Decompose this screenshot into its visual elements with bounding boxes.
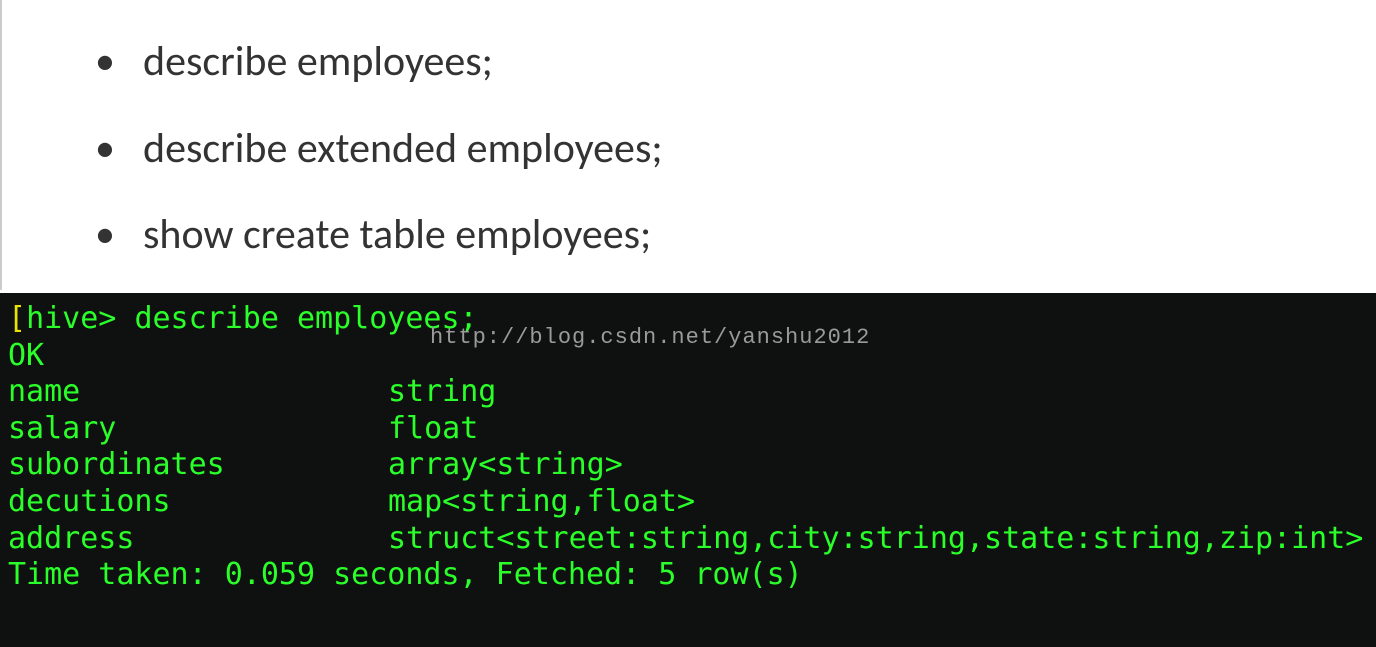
col-type: string xyxy=(388,374,496,411)
col-name: subordinates xyxy=(8,447,388,484)
list-item: describe extended employees; xyxy=(95,122,1376,177)
table-row: addressstruct<street:string,city:string,… xyxy=(8,521,1368,558)
command-bullet-list: describe employees; describe extended em… xyxy=(0,0,1376,263)
time-taken-line: Time taken: 0.059 seconds, Fetched: 5 ro… xyxy=(8,557,803,592)
col-name: address xyxy=(8,521,388,558)
col-type: float xyxy=(388,411,478,448)
col-type: map<string,float> xyxy=(388,484,695,521)
table-row: subordinatesarray<string> xyxy=(8,447,1368,484)
table-row: salaryfloat xyxy=(8,411,1368,448)
list-item: show create table employees; xyxy=(95,208,1376,263)
left-border-divider xyxy=(0,0,2,290)
terminal-output: [hive> describe employees; OK namestring… xyxy=(0,293,1376,647)
prompt-text: hive> xyxy=(26,301,116,336)
col-type: struct<street:string,city:string,state:s… xyxy=(388,521,1363,558)
list-item: describe employees; xyxy=(95,35,1376,90)
col-type: array<string> xyxy=(388,447,623,484)
command-text: describe employees; xyxy=(134,301,477,336)
col-name: salary xyxy=(8,411,388,448)
col-name: name xyxy=(8,374,388,411)
col-name: decutions xyxy=(8,484,388,521)
prompt-bracket: [ xyxy=(8,301,26,336)
table-row: namestring xyxy=(8,374,1368,411)
ok-line: OK xyxy=(8,338,44,373)
table-row: decutionsmap<string,float> xyxy=(8,484,1368,521)
